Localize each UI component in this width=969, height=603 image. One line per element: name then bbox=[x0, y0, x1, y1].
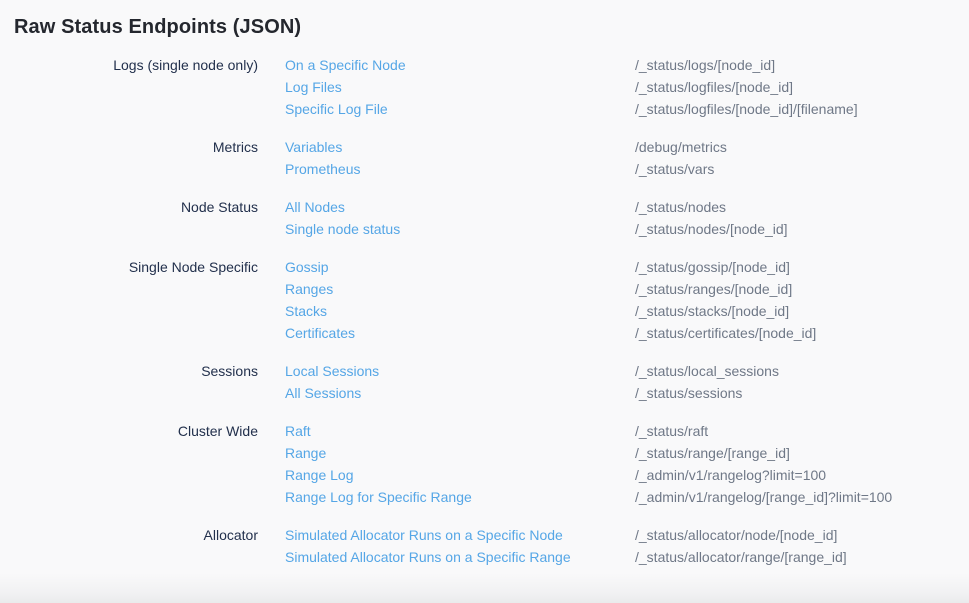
endpoint-link[interactable]: Local Sessions bbox=[258, 360, 635, 382]
endpoint-link[interactable]: On a Specific Node bbox=[258, 54, 635, 76]
endpoint-group: Node StatusAll Nodes/_status/nodesSingle… bbox=[0, 196, 969, 240]
endpoint-row: Simulated Allocator Runs on a Specific R… bbox=[258, 546, 969, 568]
endpoint-link[interactable]: Log Files bbox=[258, 76, 635, 98]
endpoint-path: /_status/range/[range_id] bbox=[635, 442, 969, 464]
endpoint-link[interactable]: Range bbox=[258, 442, 635, 464]
endpoint-link[interactable]: All Sessions bbox=[258, 382, 635, 404]
endpoint-link[interactable]: Certificates bbox=[258, 322, 635, 344]
group-rows: Local Sessions/_status/local_sessionsAll… bbox=[258, 360, 969, 404]
endpoint-path: /_status/logfiles/[node_id]/[filename] bbox=[635, 98, 969, 120]
endpoint-link[interactable]: Simulated Allocator Runs on a Specific N… bbox=[258, 524, 635, 546]
endpoint-path: /_admin/v1/rangelog/[range_id]?limit=100 bbox=[635, 486, 969, 508]
endpoint-row: Variables/debug/metrics bbox=[258, 136, 969, 158]
endpoint-path: /_status/logfiles/[node_id] bbox=[635, 76, 969, 98]
endpoint-link[interactable]: Range Log for Specific Range bbox=[258, 486, 635, 508]
group-rows: On a Specific Node/_status/logs/[node_id… bbox=[258, 54, 969, 120]
endpoint-group: Cluster WideRaft/_status/raftRange/_stat… bbox=[0, 420, 969, 508]
endpoint-row: On a Specific Node/_status/logs/[node_id… bbox=[258, 54, 969, 76]
endpoint-row: Local Sessions/_status/local_sessions bbox=[258, 360, 969, 382]
footer-gradient bbox=[0, 573, 969, 603]
endpoint-link[interactable]: Raft bbox=[258, 420, 635, 442]
endpoint-path: /_status/local_sessions bbox=[635, 360, 969, 382]
endpoint-link[interactable]: Specific Log File bbox=[258, 98, 635, 120]
endpoint-link[interactable]: Single node status bbox=[258, 218, 635, 240]
group-rows: Simulated Allocator Runs on a Specific N… bbox=[258, 524, 969, 568]
endpoint-row: Gossip/_status/gossip/[node_id] bbox=[258, 256, 969, 278]
endpoint-link[interactable]: Ranges bbox=[258, 278, 635, 300]
group-rows: Raft/_status/raftRange/_status/range/[ra… bbox=[258, 420, 969, 508]
group-label: Allocator bbox=[0, 524, 258, 568]
endpoints-table: Logs (single node only)On a Specific Nod… bbox=[0, 54, 969, 568]
endpoint-path: /debug/metrics bbox=[635, 136, 969, 158]
group-label: Sessions bbox=[0, 360, 258, 404]
group-label: Metrics bbox=[0, 136, 258, 180]
endpoint-group: Logs (single node only)On a Specific Nod… bbox=[0, 54, 969, 120]
endpoint-row: Prometheus/_status/vars bbox=[258, 158, 969, 180]
endpoint-link[interactable]: Range Log bbox=[258, 464, 635, 486]
group-label: Node Status bbox=[0, 196, 258, 240]
group-label: Logs (single node only) bbox=[0, 54, 258, 120]
endpoint-path: /_status/logs/[node_id] bbox=[635, 54, 969, 76]
endpoint-path: /_status/nodes bbox=[635, 196, 969, 218]
endpoint-path: /_status/ranges/[node_id] bbox=[635, 278, 969, 300]
debug-page: Raw Status Endpoints (JSON) Logs (single… bbox=[0, 0, 969, 603]
endpoint-group: MetricsVariables/debug/metricsPrometheus… bbox=[0, 136, 969, 180]
endpoint-row: Certificates/_status/certificates/[node_… bbox=[258, 322, 969, 344]
endpoint-path: /_status/gossip/[node_id] bbox=[635, 256, 969, 278]
endpoint-row: Single node status/_status/nodes/[node_i… bbox=[258, 218, 969, 240]
endpoint-path: /_status/raft bbox=[635, 420, 969, 442]
endpoint-group: Single Node SpecificGossip/_status/gossi… bbox=[0, 256, 969, 344]
endpoint-row: Range Log for Specific Range/_admin/v1/r… bbox=[258, 486, 969, 508]
group-label: Cluster Wide bbox=[0, 420, 258, 508]
endpoint-link[interactable]: All Nodes bbox=[258, 196, 635, 218]
endpoint-row: All Sessions/_status/sessions bbox=[258, 382, 969, 404]
endpoint-link[interactable]: Prometheus bbox=[258, 158, 635, 180]
endpoint-path: /_status/certificates/[node_id] bbox=[635, 322, 969, 344]
endpoint-row: Range/_status/range/[range_id] bbox=[258, 442, 969, 464]
endpoint-path: /_status/vars bbox=[635, 158, 969, 180]
endpoint-path: /_status/nodes/[node_id] bbox=[635, 218, 969, 240]
endpoint-link[interactable]: Variables bbox=[258, 136, 635, 158]
group-rows: All Nodes/_status/nodesSingle node statu… bbox=[258, 196, 969, 240]
endpoint-row: Raft/_status/raft bbox=[258, 420, 969, 442]
group-rows: Gossip/_status/gossip/[node_id]Ranges/_s… bbox=[258, 256, 969, 344]
endpoint-row: Range Log/_admin/v1/rangelog?limit=100 bbox=[258, 464, 969, 486]
endpoint-row: Stacks/_status/stacks/[node_id] bbox=[258, 300, 969, 322]
group-label: Single Node Specific bbox=[0, 256, 258, 344]
endpoint-row: Specific Log File/_status/logfiles/[node… bbox=[258, 98, 969, 120]
endpoint-link[interactable]: Stacks bbox=[258, 300, 635, 322]
group-rows: Variables/debug/metricsPrometheus/_statu… bbox=[258, 136, 969, 180]
endpoint-link[interactable]: Gossip bbox=[258, 256, 635, 278]
endpoint-link[interactable]: Simulated Allocator Runs on a Specific R… bbox=[258, 546, 635, 568]
endpoint-row: Ranges/_status/ranges/[node_id] bbox=[258, 278, 969, 300]
endpoint-path: /_status/stacks/[node_id] bbox=[635, 300, 969, 322]
endpoint-group: SessionsLocal Sessions/_status/local_ses… bbox=[0, 360, 969, 404]
endpoint-row: Simulated Allocator Runs on a Specific N… bbox=[258, 524, 969, 546]
endpoint-path: /_status/allocator/node/[node_id] bbox=[635, 524, 969, 546]
endpoint-row: All Nodes/_status/nodes bbox=[258, 196, 969, 218]
endpoint-path: /_status/allocator/range/[range_id] bbox=[635, 546, 969, 568]
endpoint-path: /_admin/v1/rangelog?limit=100 bbox=[635, 464, 969, 486]
endpoint-row: Log Files/_status/logfiles/[node_id] bbox=[258, 76, 969, 98]
page-title: Raw Status Endpoints (JSON) bbox=[0, 0, 969, 41]
endpoint-path: /_status/sessions bbox=[635, 382, 969, 404]
endpoint-group: AllocatorSimulated Allocator Runs on a S… bbox=[0, 524, 969, 568]
